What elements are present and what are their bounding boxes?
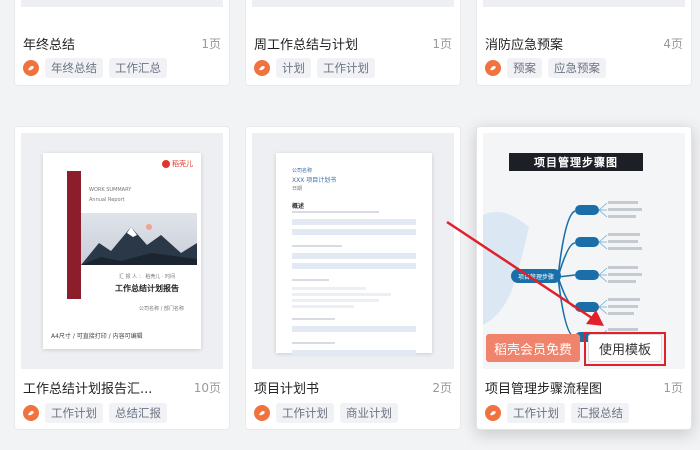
docer-logo-icon	[23, 405, 39, 421]
template-card-fire-plan[interactable]: 消防应急预案 4页 预案 应急预案	[476, 0, 692, 86]
page-count: 10页	[193, 380, 221, 395]
template-card-weekly-plan[interactable]: 周工作总结与计划 1页 计划 工作计划	[245, 0, 461, 86]
tag[interactable]: 工作计划	[276, 403, 334, 423]
cover-meta: 汇 报 人 ： 稻壳儿 · 时间	[119, 274, 176, 280]
page-count: 2页	[432, 380, 452, 395]
page-count: 1页	[663, 380, 683, 395]
template-thumbnail[interactable]: 公司名称 XXX 项目计划书 日期 概述	[252, 133, 454, 369]
mindmap-header: 项目管理步骤图	[509, 153, 643, 171]
tag[interactable]: 预案	[507, 58, 542, 78]
doc-title: XXX 项目计划书	[292, 177, 337, 184]
card-title[interactable]: 周工作总结与计划	[254, 34, 358, 53]
template-card-year-summary[interactable]: 年终总结 1页 年终总结 工作汇总	[14, 0, 230, 86]
docer-logo-icon	[485, 405, 501, 421]
doc-section-title: 概述	[292, 203, 305, 210]
tag[interactable]: 工作计划	[317, 58, 375, 78]
template-thumbnail[interactable]	[21, 0, 223, 7]
red-stripe	[67, 171, 81, 299]
doc-date: 日期	[292, 186, 303, 192]
tag[interactable]: 应急预案	[548, 58, 606, 78]
card-title[interactable]: 消防应急预案	[485, 34, 563, 53]
tag[interactable]: 工作汇总	[109, 58, 167, 78]
tag[interactable]: 工作计划	[507, 403, 565, 423]
cover-subtitle-2: Annual Report	[89, 197, 125, 203]
template-thumbnail[interactable]: 稻壳儿 WORK SUMMARY Annual Report 汇 报 人 ： 稻…	[21, 133, 223, 369]
tag[interactable]: 年终总结	[45, 58, 103, 78]
brand-logo: 稻壳儿	[162, 159, 193, 169]
svg-text:项目管理步骤: 项目管理步骤	[518, 273, 554, 281]
card-title[interactable]: 项目管理步骤流程图	[485, 378, 602, 397]
docer-logo-icon	[254, 60, 270, 76]
cover-subtitle: WORK SUMMARY	[89, 187, 132, 193]
template-thumbnail[interactable]	[252, 0, 454, 7]
highlight-box	[584, 332, 666, 366]
mindmap-diagram: 项目管理步骤	[483, 201, 642, 342]
card-title[interactable]: 项目计划书	[254, 378, 319, 397]
vip-free-button[interactable]: 稻壳会员免费	[486, 334, 580, 362]
page-count: 1页	[432, 36, 452, 51]
tag[interactable]: 工作计划	[45, 403, 103, 423]
page-count: 1页	[201, 36, 221, 51]
tag[interactable]: 总结汇报	[109, 403, 167, 423]
cover-document: 公司名称 XXX 项目计划书 日期 概述	[276, 153, 432, 356]
cover-company: 公司名称 / 部门名称	[139, 306, 184, 312]
cover-document: 稻壳儿 WORK SUMMARY Annual Report 汇 报 人 ： 稻…	[43, 153, 201, 349]
template-card-project-plan[interactable]: 公司名称 XXX 项目计划书 日期 概述 项目计划书 2页 工作计划 商业计划	[245, 126, 461, 430]
tag[interactable]: 汇报总结	[571, 403, 629, 423]
cover-footer: A4尺寸 / 可直接打印 / 内容可编辑	[51, 333, 143, 340]
docer-logo-icon	[23, 60, 39, 76]
doc-body-lines	[292, 211, 416, 360]
page-count: 4页	[663, 36, 683, 51]
docer-logo-icon	[485, 60, 501, 76]
card-title[interactable]: 年终总结	[23, 34, 75, 53]
tag[interactable]: 商业计划	[340, 403, 398, 423]
card-title[interactable]: 工作总结计划报告汇...	[23, 378, 152, 397]
docer-logo-icon	[254, 405, 270, 421]
cover-title: 工作总结计划报告	[115, 284, 179, 293]
template-thumbnail[interactable]	[483, 0, 685, 7]
template-card-work-report[interactable]: 稻壳儿 WORK SUMMARY Annual Report 汇 报 人 ： 稻…	[14, 126, 230, 430]
doc-company: 公司名称	[292, 168, 313, 174]
tag[interactable]: 计划	[276, 58, 311, 78]
template-card-project-flow[interactable]: 项目管理步骤图 项目管理步骤 项目管理步骤流程图 1页 工作计划 汇报总结	[476, 126, 692, 430]
mountain-image	[81, 213, 197, 265]
